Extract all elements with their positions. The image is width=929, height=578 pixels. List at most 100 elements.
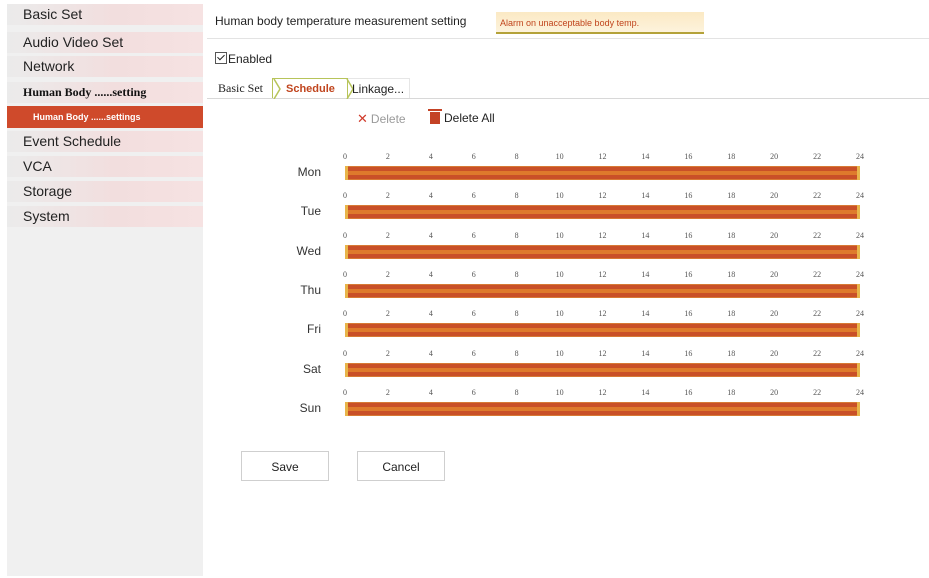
hour-tick: 4 (428, 269, 433, 279)
day-label-thu: Thu (300, 282, 321, 297)
hour-tick: 2 (385, 269, 390, 279)
bar-handle-start[interactable] (345, 205, 348, 220)
hour-tick: 0 (343, 269, 347, 279)
day-label-sun: Sun (299, 400, 321, 415)
day-label-fri: Fri (307, 322, 321, 337)
sidebar-item-network[interactable]: Network (7, 56, 203, 77)
hour-tick: 20 (770, 230, 779, 240)
day-label-wed: Wed (296, 243, 321, 258)
sidebar-item-system[interactable]: System (7, 206, 203, 227)
hour-tick: 2 (385, 387, 390, 397)
hour-tick: 6 (471, 152, 476, 161)
hour-tick: 6 (471, 387, 476, 397)
hour-tick: 18 (727, 269, 736, 279)
bar-fill (345, 406, 860, 411)
hour-tick: 10 (555, 348, 564, 358)
bar-handle-start[interactable] (345, 244, 348, 259)
hour-tick: 22 (813, 191, 822, 201)
hour-tick: 12 (598, 348, 607, 358)
sidebar-item-event-schedule[interactable]: Event Schedule (7, 131, 203, 152)
hour-tick: 14 (641, 269, 650, 279)
hour-tick: 6 (471, 348, 476, 358)
delete-button[interactable]: ✕ Delete (357, 111, 406, 127)
sidebar-item-basic-set[interactable]: Basic Set (7, 4, 203, 25)
hour-tick: 8 (514, 230, 519, 240)
hour-tick: 4 (428, 309, 433, 319)
hour-tick: 22 (813, 269, 822, 279)
hour-tick: 22 (813, 348, 822, 358)
enabled-option: Enabled (215, 52, 272, 66)
sidebar: Basic Set Audio Video Set Network Human … (7, 4, 203, 576)
sidebar-item-storage[interactable]: Storage (7, 181, 203, 202)
sidebar-item-audio-video-set[interactable]: Audio Video Set (7, 32, 203, 53)
hour-tick: 20 (770, 152, 779, 161)
schedule-bar-sat[interactable] (345, 362, 860, 377)
bar-fill (345, 210, 860, 215)
bar-handle-start[interactable] (345, 401, 348, 416)
hour-ticks: 0 2 4 6 8 10 12 14 16 18 20 22 24 (343, 152, 864, 164)
bar-handle-end[interactable] (857, 283, 860, 298)
bar-handle-start[interactable] (345, 283, 348, 298)
bar-fill (345, 328, 860, 333)
hour-tick: 12 (598, 230, 607, 240)
hour-tick: 24 (856, 230, 864, 240)
bar-handle-start[interactable] (345, 166, 348, 180)
hour-tick: 4 (428, 348, 433, 358)
cancel-button[interactable]: Cancel (357, 451, 445, 481)
sidebar-item-vca[interactable]: VCA (7, 156, 203, 177)
hour-tick: 24 (856, 191, 864, 201)
schedule-bar-fri[interactable] (345, 323, 860, 338)
hour-tick: 18 (727, 191, 736, 201)
subtab-basic-set[interactable]: Basic Set (212, 78, 274, 98)
subtab-linkage[interactable]: Linkage... (348, 78, 410, 98)
bar-handle-end[interactable] (857, 166, 860, 180)
subtab-schedule[interactable]: Schedule (272, 78, 354, 99)
hour-tick: 10 (555, 230, 564, 240)
schedule-bar-tue[interactable] (345, 205, 860, 220)
tab-alarm-body-temp[interactable]: Alarm on unacceptable body temp. (496, 12, 704, 34)
hour-tick: 2 (385, 191, 390, 201)
bar-handle-end[interactable] (857, 362, 860, 377)
bar-handle-end[interactable] (857, 244, 860, 259)
hour-tick: 16 (684, 269, 693, 279)
sidebar-item-human-body-setting[interactable]: Human Body ......setting (7, 82, 203, 103)
enabled-checkbox[interactable] (215, 52, 227, 64)
hour-tick: 16 (684, 309, 693, 319)
bar-handle-end[interactable] (857, 401, 860, 416)
hour-tick: 10 (555, 387, 564, 397)
hour-tick: 8 (514, 387, 519, 397)
bar-fill (345, 367, 860, 372)
hour-tick: 10 (555, 269, 564, 279)
hour-tick: 18 (727, 230, 736, 240)
hour-tick: 18 (727, 348, 736, 358)
bar-handle-end[interactable] (857, 205, 860, 220)
hour-tick: 0 (343, 309, 347, 319)
hour-tick: 18 (727, 152, 736, 161)
schedule-bar-thu[interactable] (345, 283, 860, 298)
tab-temperature-measurement[interactable]: Human body temperature measurement setti… (215, 14, 466, 28)
hour-tick: 20 (770, 191, 779, 201)
schedule-bar-wed[interactable] (345, 244, 860, 259)
bar-handle-start[interactable] (345, 323, 348, 338)
bar-handle-end[interactable] (857, 323, 860, 338)
hour-tick: 2 (385, 309, 390, 319)
subtab-schedule-label: Schedule (286, 83, 335, 95)
bar-handle-start[interactable] (345, 362, 348, 377)
hour-tick: 12 (598, 269, 607, 279)
hour-ticks: 0 2 4 6 8 10 12 14 16 18 20 22 24 (343, 191, 864, 203)
chevron-right-icon (273, 79, 281, 99)
schedule-bar-mon[interactable] (345, 166, 860, 180)
hour-tick: 14 (641, 309, 650, 319)
hour-tick: 8 (514, 269, 519, 279)
hour-tick: 22 (813, 230, 822, 240)
schedule-bar-sun[interactable] (345, 401, 860, 416)
enabled-label: Enabled (228, 52, 273, 66)
hour-tick: 6 (471, 230, 476, 240)
hour-tick: 14 (641, 387, 650, 397)
hour-tick: 14 (641, 152, 650, 161)
sidebar-subitem-human-body-settings[interactable]: Human Body ......settings (7, 106, 203, 128)
hour-tick: 22 (813, 152, 822, 161)
delete-all-button[interactable]: Delete All (428, 109, 495, 125)
save-button[interactable]: Save (241, 451, 329, 481)
bar-fill (345, 288, 860, 293)
